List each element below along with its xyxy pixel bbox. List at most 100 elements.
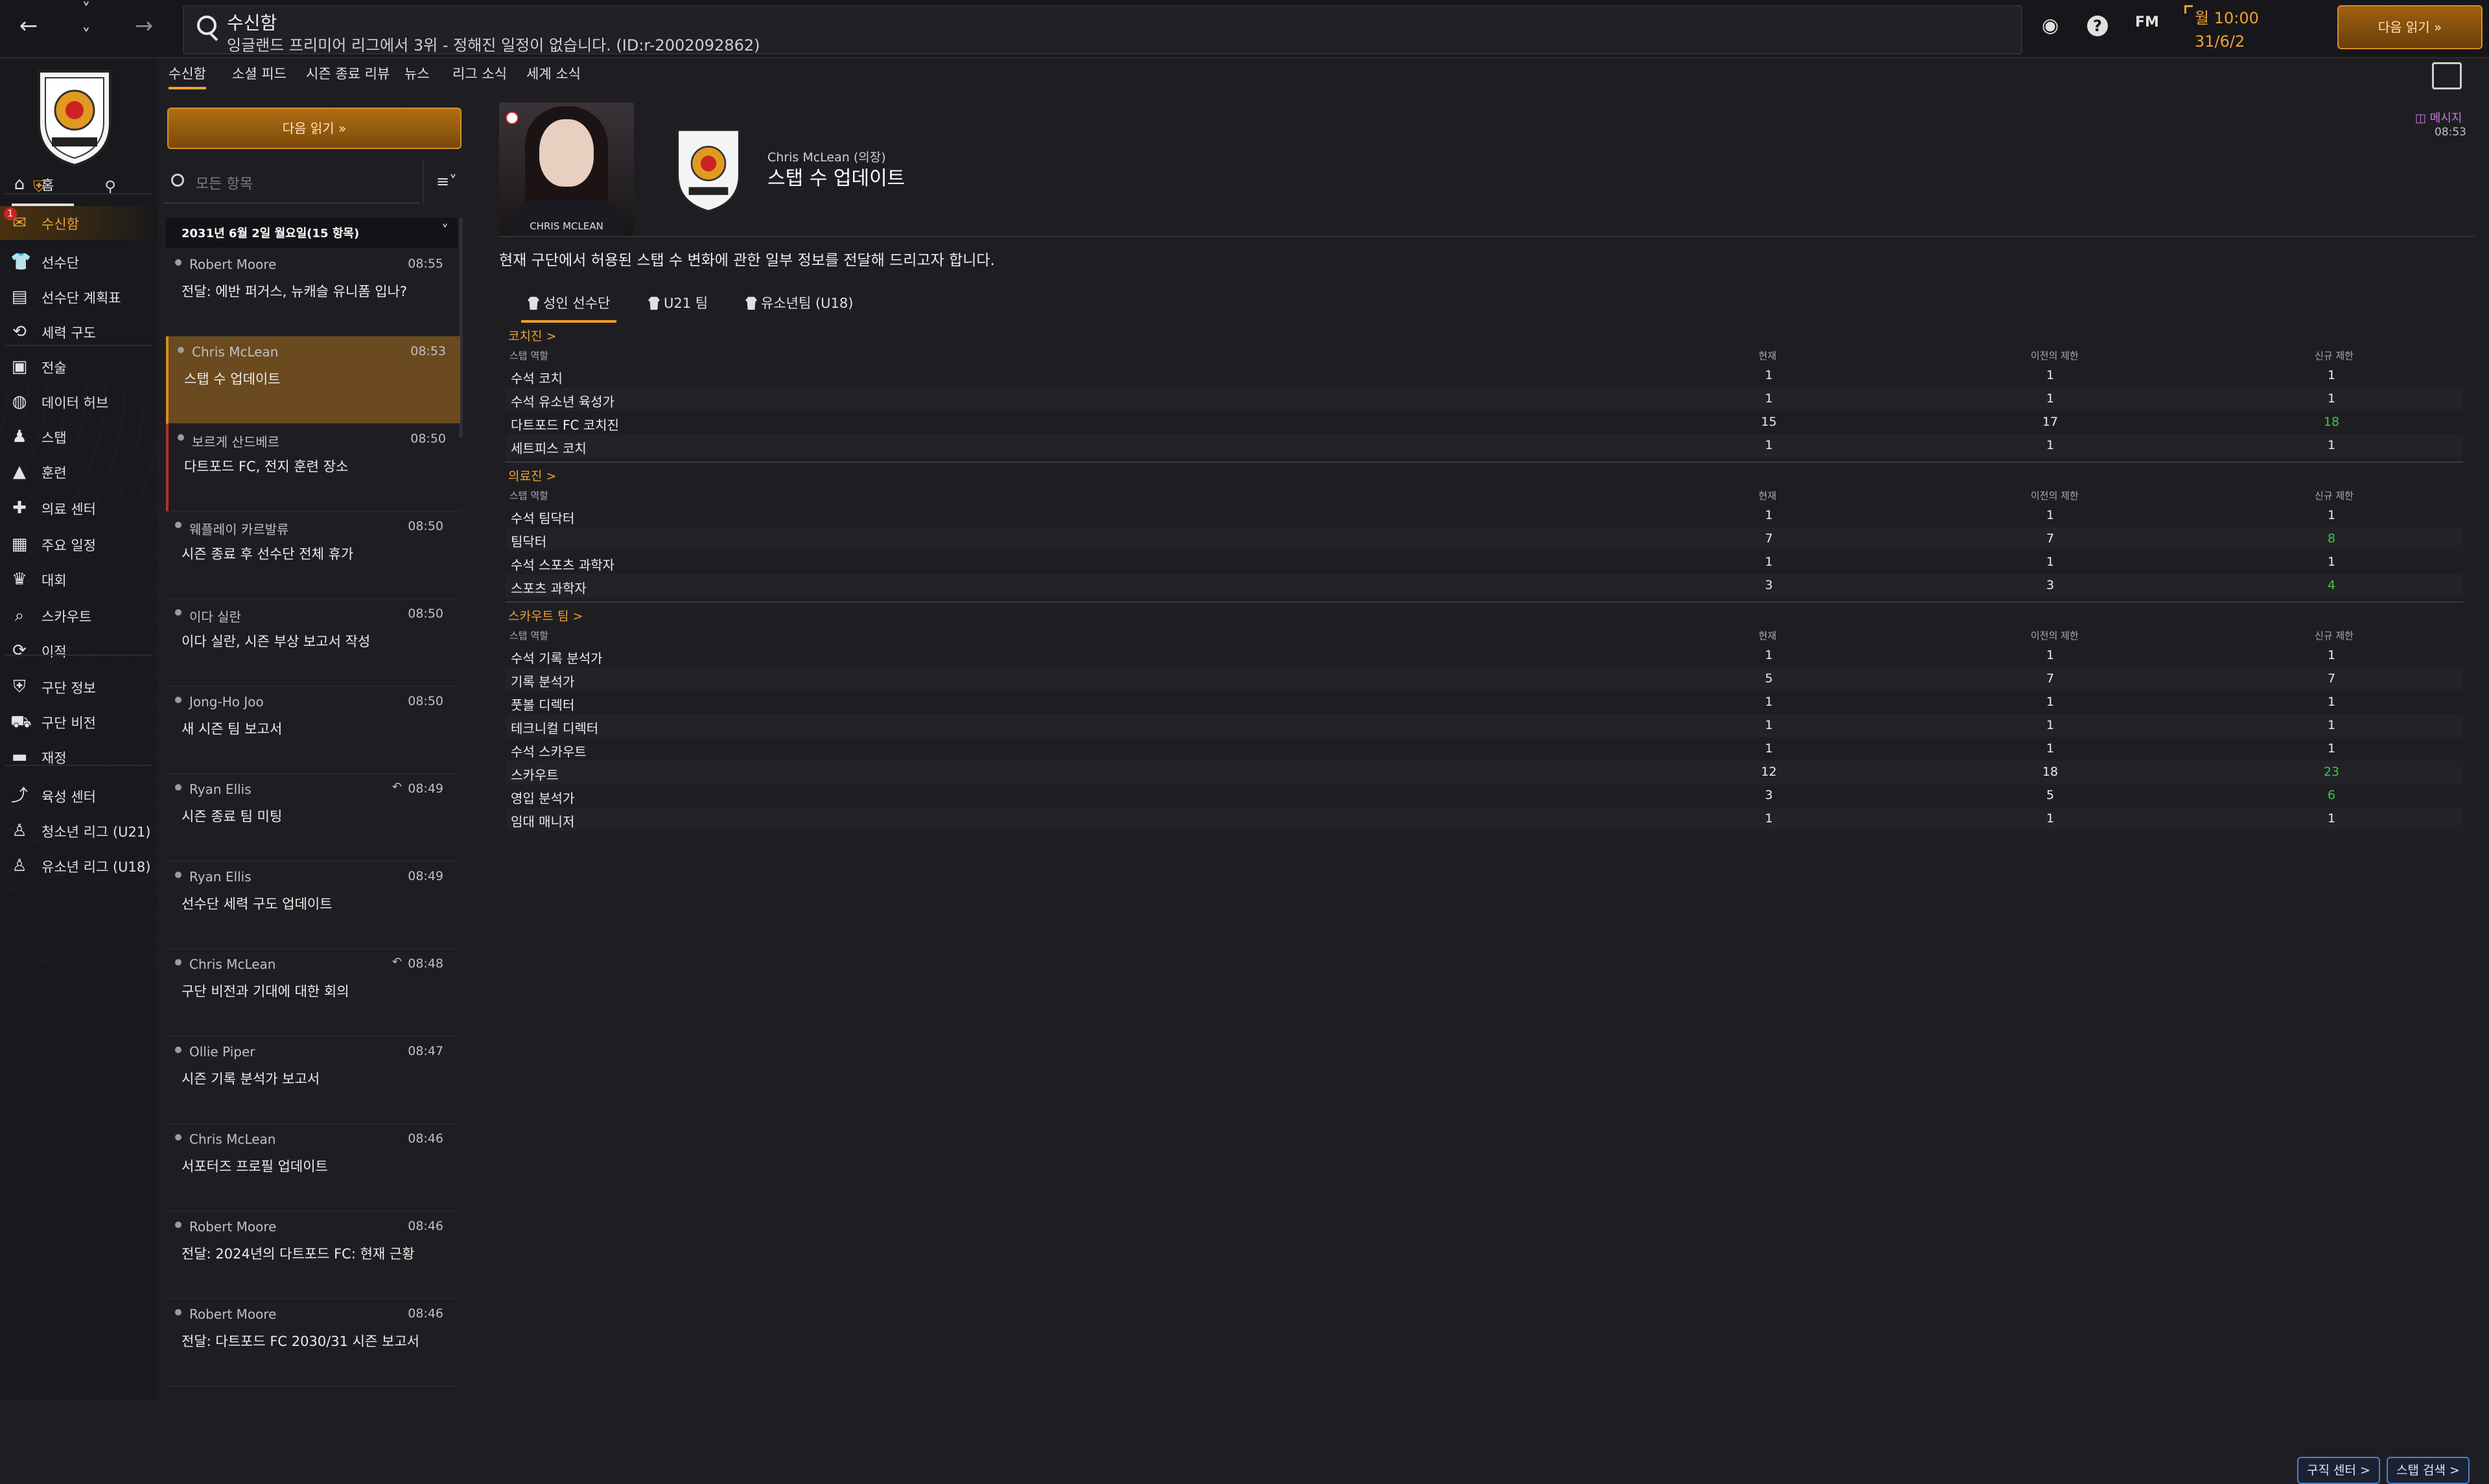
game-date[interactable]: 월 10:00 31/6/2 [2195,6,2259,53]
column-header[interactable]: 스탭 역할 [509,489,548,502]
sidebar-item-2[interactable]: 👕 선수단 [0,245,157,279]
column-header[interactable]: 현재 [1759,349,1777,362]
inbox-message[interactable]: Ryan Ellis 08:49 시즌 종료 팀 미팅 ↶ [166,774,458,862]
chevron-down-icon[interactable]: ˅ [76,26,96,45]
continue-button[interactable]: 다음 읽기 » [2337,5,2483,49]
brain-icon[interactable]: ◉ [2042,14,2059,37]
fm-menu-button[interactable]: FM [2135,14,2159,30]
column-header[interactable]: 이전의 제한 [2031,489,2079,502]
sidebar-item-7[interactable]: ♟ 스탭 [0,420,157,454]
sidebar-item-16[interactable]: ▬ 재정 [0,740,157,774]
staff-group-title[interactable]: 의료진 > [508,467,556,484]
sidebar-item-14[interactable]: ⛨ 구단 정보 [0,670,157,704]
inbox-message[interactable]: Chris McLean 08:53 스탭 수 업데이트 [166,336,460,424]
sidebar-item-8[interactable]: ▲ 훈련 [0,455,157,489]
sidebar-item-11[interactable]: ♛ 대회 [0,562,157,596]
sidebar-item-18[interactable]: ♙ 청소년 리그 (U21) [0,814,157,848]
sidebar-item-5[interactable]: ▣ 전술 [0,350,157,384]
tab-world-news[interactable]: 세계 소식 [526,64,581,83]
sidebar-item-19[interactable]: ♙ 유소년 리그 (U18) [0,849,157,883]
message-subject: 전달: 다트포드 FC 2030/31 시즌 보고서 [181,1334,419,1349]
inbox-message[interactable]: Robert Moore 08:46 전달: 2024년의 다트포드 FC: 현재 … [166,1211,458,1299]
inbox-message[interactable]: 보르게 산드베르 08:50 다트포드 FC, 전지 훈련 장소 [166,424,460,512]
chevron-up-icon[interactable]: ˅ [76,0,96,19]
staff-current-value: 12 [1760,765,1777,779]
inbox-message[interactable]: Chris McLean 08:46 서포터즈 프로필 업데이트 [166,1124,458,1212]
column-header[interactable]: 이전의 제한 [2031,349,2079,362]
message-time: 08:46 [408,1219,443,1233]
club-crest-icon[interactable] [666,121,751,218]
column-header[interactable]: 현재 [1759,489,1777,502]
sidebar-item-17[interactable]: ⤴ 육성 센터 [0,779,157,813]
message-time: 08:48 [408,956,443,971]
inbox-message[interactable]: 웨플레이 카르발류 08:50 시즌 종료 후 선수단 전체 휴가 [166,511,458,599]
screenshot-icon[interactable] [2432,62,2462,89]
divider [498,236,2475,237]
back-arrow-icon[interactable]: ← [14,13,43,39]
inbox-message[interactable]: Robert Moore 08:46 전달: 다트포드 FC 2030/31 시즌 … [166,1299,458,1387]
sidebar-item-label: 선수단 계획표 [41,290,121,306]
sidebar-item-0[interactable]: ⌂ 홈 [0,167,157,201]
staff-new-value: 1 [2327,695,2336,709]
tab-u18[interactable]: 유소년팀 (U18) [745,293,853,312]
sidebar-item-6[interactable]: ◍ 데이터 허브 [0,385,157,419]
inbox-message[interactable]: Ryan Ellis 08:49 선수단 세력 구도 업데이트 [166,861,458,949]
message-time: 08:53 [410,344,446,358]
tab-news[interactable]: 뉴스 [404,64,430,83]
sidebar-item-10[interactable]: ▦ 주요 일정 [0,528,157,561]
staff-row: 풋볼 디렉터 1 1 1 [506,691,2463,714]
inbox-message[interactable]: 이다 실란 08:50 이다 실란, 시즌 부상 보고서 작성 [166,599,458,687]
staff-role: 수석 스포츠 과학자 [511,557,614,573]
message-title: 스탭 수 업데이트 [767,167,906,190]
help-icon[interactable]: ? [2087,16,2108,36]
tab-senior-squad[interactable]: 성인 선수단 [520,293,617,323]
filter-menu-icon[interactable]: ≡˅ [423,161,469,202]
column-header[interactable]: 신규 제한 [2315,629,2354,642]
calendar-icon: ▦ [11,535,28,554]
column-header[interactable]: 이전의 제한 [2031,629,2079,642]
inbox-message[interactable]: Chris McLean 08:48 구단 비전과 기대에 대한 회의 ↶ [166,949,458,1037]
sidebar-item-4[interactable]: ⟲ 세력 구도 [0,315,157,349]
sender-photo[interactable]: CHRIS MCLEAN [499,102,634,236]
staff-new-value: 1 [2327,648,2336,662]
sidebar-item-1[interactable]: ✉ 수신함 1 [0,206,157,240]
tab-season-review[interactable]: 시즌 종료 리뷰 [306,64,390,83]
job-centre-button[interactable]: 구직 센터 > [2297,1457,2380,1484]
staff-group-title[interactable]: 코치진 > [508,327,556,344]
staff-search-button[interactable]: 스탭 검색 > [2387,1457,2470,1484]
sidebar-item-9[interactable]: ✚ 의료 센터 [0,491,157,525]
tab-league-news[interactable]: 리그 소식 [452,64,507,83]
staff-group-title[interactable]: 스카우트 팀 > [508,607,583,624]
message-subject: 전달: 2024년의 다트포드 FC: 현재 근황 [181,1246,415,1262]
club-crest-icon[interactable] [26,65,123,168]
sidebar-item-15[interactable]: ⛟ 구단 비전 [0,705,157,739]
message-sender: Robert Moore [174,1219,277,1235]
column-header[interactable]: 신규 제한 [2315,489,2354,502]
tab-inbox[interactable]: 수신함 [169,64,206,89]
column-header[interactable]: 스탭 역할 [509,349,548,362]
sidebar-item-12[interactable]: ⌕ 스카우트 [0,599,157,632]
inbox-filter-input[interactable]: 모든 항목 [163,161,420,203]
tab-social-feed[interactable]: 소셜 피드 [232,64,286,83]
staff-row: 세트피스 코치 1 1 1 [506,434,2463,458]
sidebar-item-13[interactable]: ⟳ 이적 [0,634,157,667]
sidebar-item-label: 구단 비전 [41,715,96,731]
sidebar-item-label: 수신함 [41,216,79,232]
column-header[interactable]: 신규 제한 [2315,349,2354,362]
message-sender: Ryan Ellis [175,869,251,885]
staff-new-value: 1 [2327,508,2336,522]
flag-icon [506,111,519,124]
search-bar[interactable]: 수신함 잉글랜드 프리미어 리그에서 3위 - 정해진 일정이 없습니다. (I… [183,5,2022,54]
inbox-message[interactable]: Ollie Piper 08:47 시즌 기록 분석가 보고서 [166,1036,458,1124]
column-header[interactable]: 스탭 역할 [509,629,548,642]
read-next-button[interactable]: 다음 읽기 » [167,108,462,149]
staff-row: 수석 스카우트 1 1 1 [506,737,2463,761]
inbox-message[interactable]: Jong-Ho Joo 08:50 새 시즌 팀 보고서 [166,686,458,774]
tab-u21[interactable]: U21 팀 [648,293,708,312]
date-group-header[interactable]: 2031년 6월 2일 월요일(15 항목) ˅ [166,218,458,248]
forward-arrow-icon[interactable]: → [130,13,158,39]
inbox-message[interactable]: Robert Moore 08:55 전달: 에반 퍼거스, 뉴캐슬 유니폼 입나? [166,249,458,337]
sidebar-item-3[interactable]: ▤ 선수단 계획표 [0,280,157,314]
column-header[interactable]: 현재 [1759,629,1777,642]
staff-new-value: 23 [2323,765,2340,779]
